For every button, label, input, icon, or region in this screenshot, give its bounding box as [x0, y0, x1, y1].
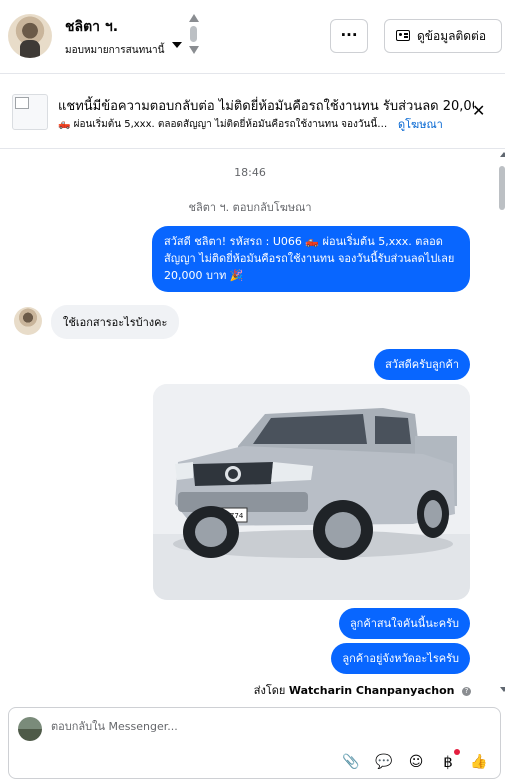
saved-replies-icon[interactable]: 💬: [374, 752, 394, 772]
contact-avatar[interactable]: [8, 14, 52, 58]
chevron-up-icon[interactable]: [189, 14, 199, 22]
emoji-icon[interactable]: ☺: [406, 752, 426, 772]
chevron-down-icon[interactable]: [189, 46, 199, 54]
ad-title: แชทนี้มีข้อความตอบกลับต่อ ไม่ติดยี่ห้อมั…: [58, 99, 474, 114]
ad-reply-banner: แชทนี้มีข้อความตอบกลับต่อ ไม่ติดยี่ห้อมั…: [0, 75, 505, 149]
contact-name[interactable]: ชลิตา ฯ.: [65, 16, 118, 38]
pickup-truck-image: บจ 9774: [153, 384, 470, 600]
notification-dot: [454, 749, 460, 755]
chevron-down-icon[interactable]: [172, 42, 182, 48]
outgoing-message[interactable]: ลูกค้าสนใจคันนี้นะครับ: [338, 608, 470, 639]
help-icon[interactable]: ?: [462, 687, 471, 696]
message-scrollbar[interactable]: [496, 150, 505, 700]
more-options-button[interactable]: ···: [330, 19, 368, 53]
reply-input[interactable]: [51, 720, 471, 733]
scroll-down-arrow-icon[interactable]: [500, 687, 505, 692]
ad-thumbnail: [12, 94, 48, 130]
view-contact-info-button[interactable]: ดูข้อมูลติดต่อ: [384, 19, 502, 53]
car-photo-message[interactable]: บจ 9774: [153, 384, 470, 600]
contact-card-icon: [396, 30, 410, 41]
scroll-up-arrow-icon[interactable]: [500, 152, 505, 157]
view-ad-link[interactable]: ดูโฆษณา: [398, 115, 443, 133]
payment-icon[interactable]: ฿: [438, 752, 458, 772]
sent-by-prefix: ส่งโดย: [253, 684, 286, 697]
assign-conversation-label[interactable]: มอบหมายการสนทนานี้: [65, 43, 164, 58]
outgoing-message[interactable]: สวัสดี ชลิตา! รหัสรถ : U066 🛻 ผ่อนเริ่มต…: [152, 226, 470, 292]
message-timestamp: 18:46: [234, 166, 266, 179]
sent-by-label: ส่งโดย Watcharin Chanpanyachon ?: [254, 681, 471, 699]
incoming-message[interactable]: ใช้เอกสารอะไรบ้างคะ: [51, 305, 180, 339]
contact-avatar-small: [14, 307, 42, 335]
reply-composer: 📎 💬 ☺ ฿ 👍: [8, 707, 501, 779]
conversation-navigator[interactable]: [188, 14, 200, 60]
page-avatar: [18, 717, 42, 741]
close-icon[interactable]: ✕: [472, 103, 485, 119]
conversation-header: ชลิตา ฯ. มอบหมายการสนทนานี้ ··· ดูข้อมูล…: [0, 0, 505, 74]
attachment-icon[interactable]: 📎: [341, 752, 361, 772]
outgoing-message[interactable]: ลูกค้าอยู่จังหวัดอะไรครับ: [331, 643, 470, 674]
navigator-handle: [190, 26, 197, 42]
view-contact-info-label: ดูข้อมูลติดต่อ: [417, 29, 487, 43]
outgoing-message[interactable]: สวัสดีครับลูกค้า: [374, 349, 470, 380]
ad-subtitle: 🛻 ผ่อนเริ่มต้น 5,xxx. ตลอดสัญญา ไม่ติดยี…: [58, 119, 388, 130]
sender-name: Watcharin Chanpanyachon: [288, 684, 455, 697]
like-icon[interactable]: 👍: [469, 752, 489, 772]
ad-reply-note: ชลิตา ฯ. ตอบกลับโฆษณา: [188, 201, 312, 214]
